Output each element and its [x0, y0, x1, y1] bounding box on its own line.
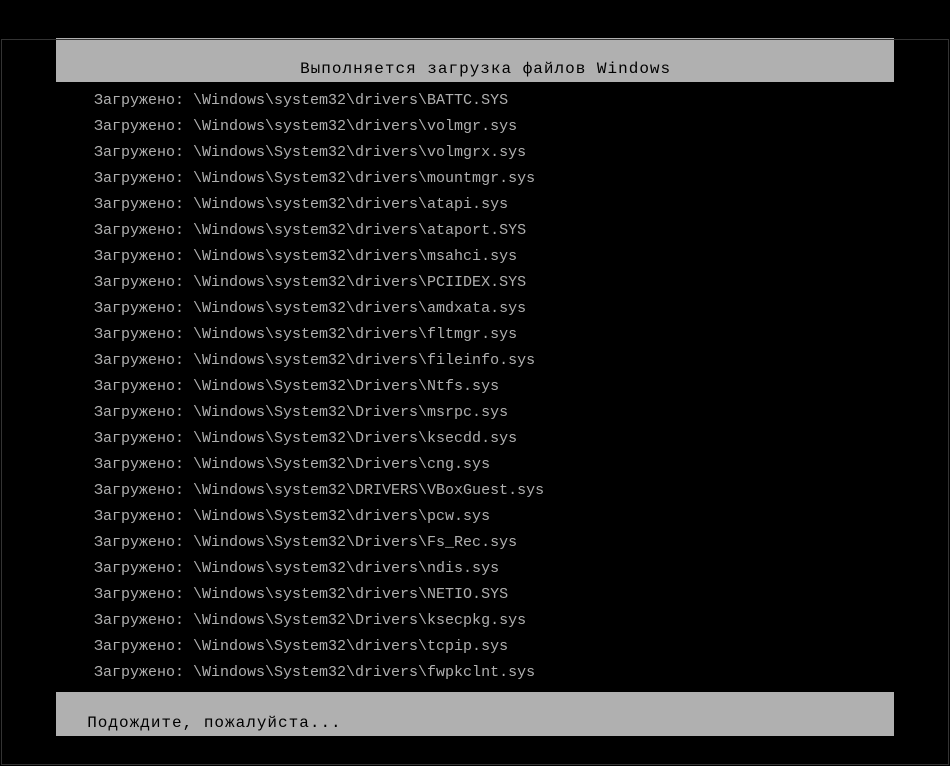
title-bar: Выполняется загрузка файлов Windows — [56, 38, 894, 82]
boot-log-line: Загружено: \Windows\System32\Drivers\Fs_… — [94, 530, 950, 556]
boot-log-line: Загружено: \Windows\System32\Drivers\msr… — [94, 400, 950, 426]
boot-log-line: Загружено: \Windows\system32\drivers\fil… — [94, 348, 950, 374]
boot-log-line: Загружено: \Windows\System32\drivers\tcp… — [94, 634, 950, 660]
boot-log-line: Загружено: \Windows\system32\drivers\flt… — [94, 322, 950, 348]
boot-log-line: Загружено: \Windows\system32\drivers\ata… — [94, 192, 950, 218]
boot-log-line: Загружено: \Windows\system32\drivers\vol… — [94, 114, 950, 140]
boot-log-line: Загружено: \Windows\system32\DRIVERS\VBo… — [94, 478, 950, 504]
boot-log-line: Загружено: \Windows\System32\drivers\fwp… — [94, 660, 950, 686]
boot-log-line: Загружено: \Windows\System32\drivers\vol… — [94, 140, 950, 166]
boot-log-line: Загружено: \Windows\system32\drivers\BAT… — [94, 88, 950, 114]
status-text: Подождите, пожалуйста... — [87, 714, 341, 732]
boot-log-line: Загружено: \Windows\System32\Drivers\cng… — [94, 452, 950, 478]
boot-log-line: Загружено: \Windows\System32\Drivers\kse… — [94, 426, 950, 452]
title-text: Выполняется загрузка файлов Windows — [300, 60, 671, 78]
boot-log-line: Загружено: \Windows\system32\drivers\NET… — [94, 582, 950, 608]
boot-log-line: Загружено: \Windows\System32\Drivers\Ntf… — [94, 374, 950, 400]
boot-log-line: Загружено: \Windows\System32\drivers\mou… — [94, 166, 950, 192]
boot-log-line: Загружено: \Windows\System32\Drivers\kse… — [94, 608, 950, 634]
boot-log-line: Загружено: \Windows\system32\drivers\ndi… — [94, 556, 950, 582]
boot-log-line: Загружено: \Windows\system32\drivers\ata… — [94, 218, 950, 244]
boot-log-line: Загружено: \Windows\System32\drivers\pcw… — [94, 504, 950, 530]
status-bar: Подождите, пожалуйста... — [56, 692, 894, 736]
boot-log-line: Загружено: \Windows\system32\drivers\PCI… — [94, 270, 950, 296]
boot-log-line: Загружено: \Windows\system32\drivers\msa… — [94, 244, 950, 270]
boot-log-line: Загружено: \Windows\system32\drivers\amd… — [94, 296, 950, 322]
boot-log-area: Загружено: \Windows\system32\drivers\BAT… — [0, 82, 950, 692]
